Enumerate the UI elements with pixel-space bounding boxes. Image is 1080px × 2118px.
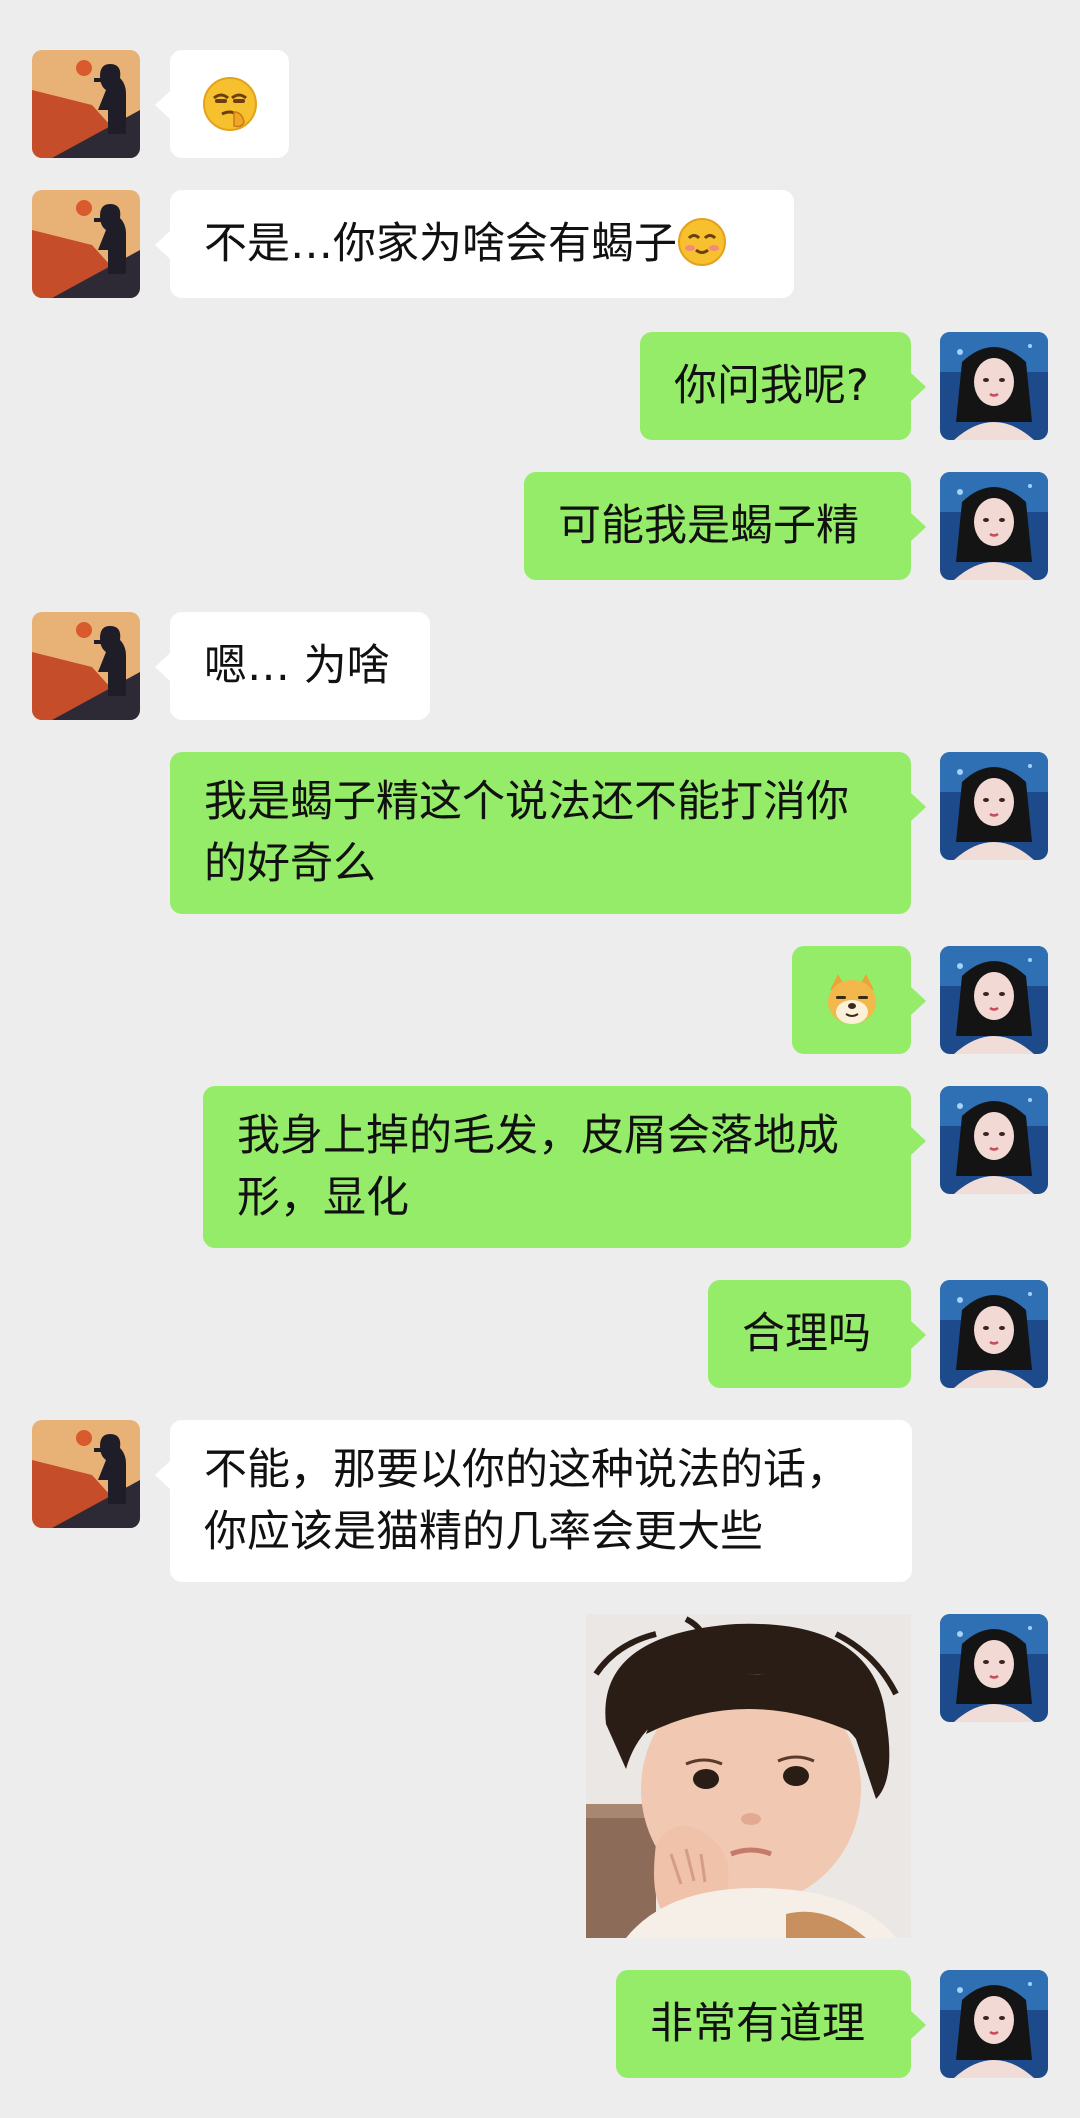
message-row: 你问我呢? [0,332,1080,450]
doge-emoji-icon [828,974,876,1024]
bubble-tail [155,90,171,120]
my-avatar[interactable] [940,946,1048,1054]
message-text: 我身上掉的毛发，皮屑会落地成 形，显化 [237,1111,839,1223]
message-row: 不是…你家为啥会有蝎子 [0,190,1080,310]
friend-avatar[interactable] [32,612,140,720]
message-row [0,1614,1080,1940]
my-avatar[interactable] [940,1280,1048,1388]
bubble-tail [910,512,926,542]
bubble-tail [910,1126,926,1156]
my-avatar[interactable] [940,1614,1048,1722]
message-row [0,946,1080,1064]
my-avatar[interactable] [940,752,1048,860]
message-bubble[interactable]: 嗯… 为啥 [155,612,430,720]
message-text: 合理吗 [742,1309,871,1359]
friend-avatar[interactable] [32,1420,140,1528]
message-row: 我身上掉的毛发，皮屑会落地成 形，显化 [0,1086,1080,1254]
chat-window: 不是…你家为啥会有蝎子 你问我呢? 可能我是蝎子精 嗯… 为啥 我是蝎子精这个说… [0,0,1080,2118]
message-row [0,50,1080,168]
smirk-shush-emoji-icon [203,77,257,131]
message-bubble[interactable]: 我是蝎子精这个说法还不能打消你 的好奇么 [170,752,926,914]
my-avatar[interactable] [940,332,1048,440]
message-bubble[interactable]: 不是…你家为啥会有蝎子 [155,190,794,298]
message-bubble[interactable]: 你问我呢? [640,332,926,440]
bubble-tail [910,1320,926,1350]
friend-avatar[interactable] [32,190,140,298]
bubble-tail [155,1460,171,1490]
message-row: 我是蝎子精这个说法还不能打消你 的好奇么 [0,752,1080,920]
bubble-tail [910,2010,926,2040]
message-row: 合理吗 [0,1280,1080,1398]
bubble-tail [910,372,926,402]
bubble-tail [155,230,171,260]
message-text: 不能，那要以你的这种说法的话， 你应该是猫精的几率会更大些 [204,1445,849,1557]
message-text: 嗯… 为啥 [204,641,390,691]
message-row: 不能，那要以你的这种说法的话， 你应该是猫精的几率会更大些 [0,1420,1080,1588]
message-bubble[interactable]: 可能我是蝎子精 [524,472,926,580]
message-text: 可能我是蝎子精 [558,501,859,551]
message-bubble[interactable]: 我身上掉的毛发，皮屑会落地成 形，显化 [203,1086,926,1248]
message-row: 嗯… 为啥 [0,612,1080,730]
child-sticker-image[interactable] [586,1614,911,1938]
blush-smile-emoji-icon [678,218,726,266]
message-text: 不是…你家为啥会有蝎子 [204,219,677,269]
message-text: 你问我呢? [674,361,869,411]
message-row: 可能我是蝎子精 [0,472,1080,590]
message-bubble[interactable] [792,946,926,1054]
my-avatar[interactable] [940,1970,1048,2078]
message-bubble[interactable]: 合理吗 [708,1280,926,1388]
message-text: 我是蝎子精这个说法还不能打消你 的好奇么 [204,777,849,889]
bubble-tail [910,792,926,822]
my-avatar[interactable] [940,1086,1048,1194]
message-row: 非常有道理 [0,1970,1080,2088]
message-bubble[interactable]: 非常有道理 [616,1970,926,2078]
bubble-tail [155,652,171,682]
message-bubble[interactable] [155,50,289,158]
bubble-tail [910,986,926,1016]
message-bubble[interactable]: 不能，那要以你的这种说法的话， 你应该是猫精的几率会更大些 [155,1420,912,1582]
my-avatar[interactable] [940,472,1048,580]
message-text: 非常有道理 [650,1999,865,2049]
friend-avatar[interactable] [32,50,140,158]
